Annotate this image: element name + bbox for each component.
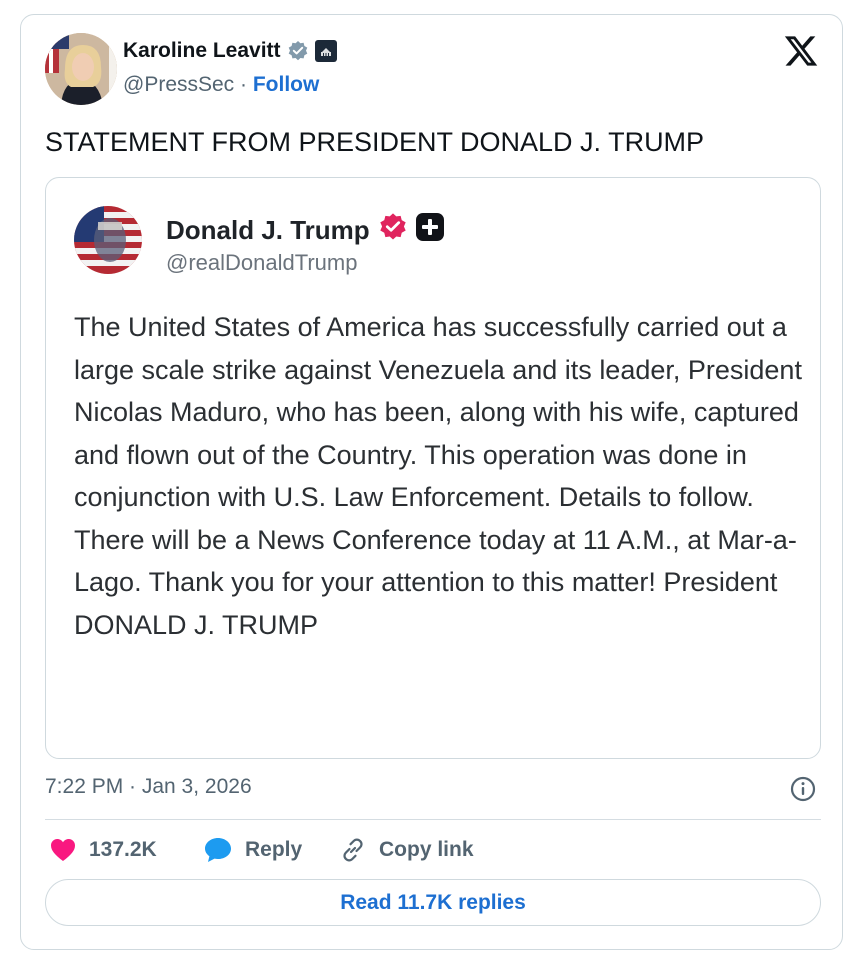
like-button[interactable]: 137.2K bbox=[49, 835, 157, 865]
quoted-post-body: The United States of America has success… bbox=[74, 312, 802, 640]
author-avatar[interactable] bbox=[45, 33, 117, 105]
author-handle[interactable]: @PressSec bbox=[123, 73, 234, 96]
read-replies-button[interactable]: Read 11.7K replies bbox=[45, 879, 821, 926]
tweet-text: STATEMENT FROM PRESIDENT DONALD J. TRUMP bbox=[45, 127, 705, 157]
divider bbox=[45, 819, 821, 820]
speech-bubble-icon bbox=[203, 836, 233, 864]
heart-icon bbox=[49, 837, 77, 863]
link-icon bbox=[339, 836, 367, 864]
tweet-card: Karoline Leavitt @PressSec · Follow STAT… bbox=[20, 14, 843, 950]
author-handle-row: @PressSec · Follow bbox=[123, 73, 319, 97]
copy-link-button[interactable]: Copy link bbox=[339, 835, 474, 865]
quoted-author-handle: @realDonaldTrump bbox=[166, 250, 358, 275]
quoted-name-row: Donald J. Trump bbox=[166, 212, 444, 249]
author-avatar-image bbox=[45, 33, 117, 105]
verified-badge-icon bbox=[378, 212, 408, 249]
quoted-post-card[interactable]: Donald J. Trump @realDonaldTrump The Uni… bbox=[45, 177, 821, 759]
handle-separator: · bbox=[234, 73, 253, 96]
white-house-badge-icon bbox=[314, 40, 337, 62]
quoted-author-name: Donald J. Trump bbox=[166, 215, 370, 245]
post-timestamp[interactable]: 7:22 PM · Jan 3, 2026 bbox=[45, 775, 252, 799]
author-name[interactable]: Karoline Leavitt bbox=[123, 39, 281, 63]
plus-badge-icon bbox=[415, 213, 444, 248]
verified-badge-icon bbox=[287, 40, 309, 62]
quoted-avatar bbox=[74, 206, 142, 274]
reply-button[interactable]: Reply bbox=[203, 835, 302, 865]
like-count: 137.2K bbox=[89, 838, 157, 861]
x-logo-icon[interactable] bbox=[783, 33, 819, 69]
author-name-row: Karoline Leavitt bbox=[123, 39, 337, 63]
copy-link-label: Copy link bbox=[379, 838, 474, 861]
info-icon[interactable] bbox=[789, 775, 817, 803]
follow-button[interactable]: Follow bbox=[253, 73, 320, 96]
reply-label: Reply bbox=[245, 838, 303, 861]
